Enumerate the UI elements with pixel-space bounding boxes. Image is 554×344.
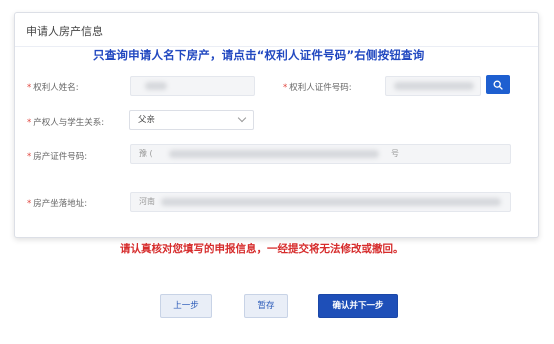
owner-name-label: * 权利人姓名: [27,83,79,93]
owner-search-button[interactable] [486,75,510,94]
chevron-down-icon [237,113,247,123]
address-label: * 房产坐落地址: [27,199,88,209]
property-info-card: 申请人房产信息 * 权利人姓名: * 权利人证件号码: * 产权人与学生关系: * 房产… [14,12,539,238]
section-title: 申请人房产信息 [26,25,103,38]
card-header: 申请人房产信息 [15,13,538,47]
confirm-next-button[interactable]: 确认并下一步 [318,294,398,318]
relation-label: * 产权人与学生关系: [27,118,105,128]
owner-id-label: * 权利人证件号码: [283,83,352,93]
redacted-text [169,150,379,158]
redacted-text [394,82,474,90]
query-notice: 只查询申请人名下房产，请点击“权利人证件号码”右侧按钮查询 [93,48,425,62]
owner-name-field[interactable] [130,76,255,96]
owner-id-field[interactable] [385,76,481,96]
cert-no-label: * 房产证件号码: [27,152,88,162]
search-icon [493,80,503,90]
submit-warning: 请认真核对您填写的申报信息，一经提交将无法修改或撤回。 [120,243,404,255]
relation-select[interactable]: 父亲 [129,110,254,130]
address-field[interactable]: 河南 [130,192,511,212]
prev-step-button[interactable]: 上一步 [160,294,212,318]
redacted-text [161,198,501,206]
save-draft-button[interactable]: 暂存 [244,294,288,318]
cert-no-field[interactable]: 豫 ( 号 [130,144,511,164]
redacted-text [145,82,167,90]
